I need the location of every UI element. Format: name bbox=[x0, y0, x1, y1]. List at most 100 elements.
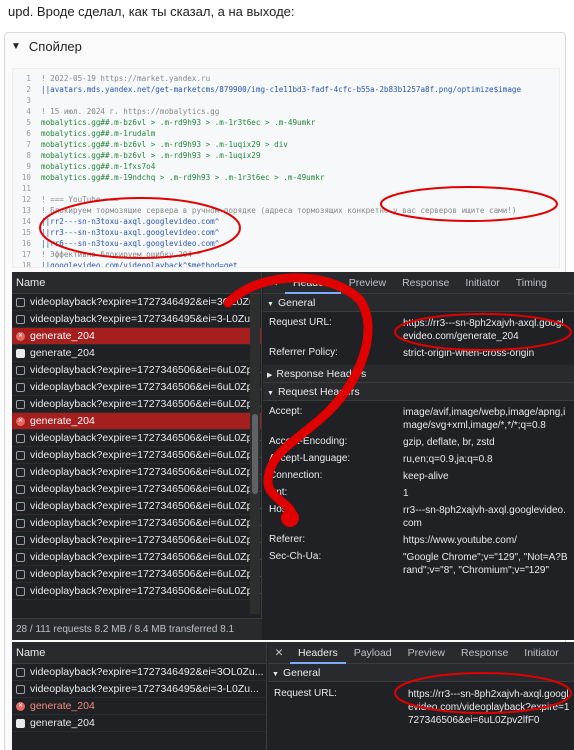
request-name: videoplayback?expire=1727346506&ei=6uL0Z… bbox=[30, 397, 261, 410]
request-row[interactable]: ✕ generate_204 bbox=[12, 698, 266, 715]
header-key: Accept-Language: bbox=[269, 453, 351, 464]
header-row: Referer: https://www.youtube.com/ bbox=[263, 532, 574, 549]
header-key: Connection: bbox=[269, 470, 323, 481]
triangle-right-icon: ▶ bbox=[267, 372, 273, 379]
request-name: videoplayback?expire=1727346506&ei=6uL0Z… bbox=[30, 431, 261, 444]
line-text: ||rr2---sn-n3toxu-axql.googlevideo.com^ bbox=[41, 217, 220, 226]
media-icon bbox=[16, 484, 25, 494]
response-headers-section[interactable]: ▶ Response Headers bbox=[263, 365, 574, 383]
request-row[interactable]: videoplayback?expire=1727346506&ei=6uL0Z… bbox=[12, 481, 261, 498]
request-row[interactable]: videoplayback?expire=1727346492&ei=3OL0Z… bbox=[12, 664, 266, 681]
line-number: 2 bbox=[26, 85, 31, 94]
code-line: 15 ||rr3---sn-n3toxu-axql.googlevideo.com… bbox=[13, 227, 559, 238]
request-headers-section[interactable]: ▼ Request Headers bbox=[263, 383, 574, 401]
request-row[interactable]: videoplayback?expire=1727346506&ei=6uL0Z… bbox=[12, 447, 261, 464]
code-line: 5 mobalytics.gg##.m-bz6vl > .m-rd9h93 > .… bbox=[13, 117, 559, 128]
close-icon[interactable]: ✕ bbox=[263, 277, 285, 289]
request-name: videoplayback?expire=1727346506&ei=6uL0Z… bbox=[30, 516, 261, 529]
media-icon bbox=[16, 433, 25, 443]
tab-headers[interactable]: Headers bbox=[290, 642, 346, 664]
code-line: 10 mobalytics.gg##.m-19ndchq > .m-rd9h93 … bbox=[13, 172, 559, 183]
header-value: strict-origin-when-cross-origin bbox=[403, 348, 535, 359]
request-list-scrollbar[interactable] bbox=[250, 294, 260, 614]
header-row: Accept: image/avif,image/webp,image/apng,… bbox=[263, 404, 574, 434]
header-key: Host: bbox=[269, 504, 293, 515]
tab-headers[interactable]: Headers bbox=[285, 272, 341, 294]
header-value: 1 bbox=[403, 488, 409, 499]
request-row[interactable]: ✕ generate_204 bbox=[12, 413, 261, 430]
spoiler-toggle[interactable]: ▼ Спойлер bbox=[5, 33, 565, 59]
name-column-header[interactable]: Name bbox=[12, 642, 266, 664]
document-icon bbox=[16, 718, 25, 728]
general-section[interactable]: ▼ General bbox=[263, 294, 574, 312]
request-row[interactable]: videoplayback?expire=1727346506&ei=6uL0Z… bbox=[12, 583, 261, 600]
code-line: 7 mobalytics.gg##.m-bz6vl > .m-rd9h93 > .… bbox=[13, 139, 559, 150]
media-icon bbox=[16, 684, 25, 694]
request-url-key: Request URL: bbox=[274, 688, 337, 699]
document-icon bbox=[16, 348, 25, 358]
general-section[interactable]: ▼ General bbox=[268, 664, 574, 682]
request-row[interactable]: videoplayback?expire=1727346495&ei=3-L0Z… bbox=[12, 311, 261, 328]
line-text: ! === YouTube === bbox=[41, 195, 119, 204]
line-text: mobalytics.gg##.m-bz6vl > .m-rd9h93 > .m… bbox=[41, 151, 261, 160]
request-row[interactable]: ✕ generate_204 bbox=[12, 328, 261, 345]
close-icon[interactable]: ✕ bbox=[268, 647, 290, 659]
header-value: keep-alive bbox=[403, 471, 449, 482]
spoiler-title: Спойлер bbox=[28, 38, 82, 54]
request-name: videoplayback?expire=1727346506&ei=6uL0Z… bbox=[30, 482, 261, 495]
line-number: 5 bbox=[26, 118, 31, 127]
devtools-network-panel: Name videoplayback?expire=1727346492&ei=… bbox=[12, 272, 574, 640]
code-line: 14 ||rr2---sn-n3toxu-axql.googlevideo.com… bbox=[13, 216, 559, 227]
code-line: 3 bbox=[13, 95, 559, 106]
request-row[interactable]: videoplayback?expire=1727346506&ei=6uL0Z… bbox=[12, 549, 261, 566]
request-row[interactable]: videoplayback?expire=1727346506&ei=6uL0Z… bbox=[12, 498, 261, 515]
line-text: mobalytics.gg##.m-1rudalm bbox=[41, 129, 156, 138]
tab-preview[interactable]: Preview bbox=[341, 272, 394, 294]
tab-response[interactable]: Response bbox=[453, 642, 516, 664]
tab-initiator[interactable]: Initiator bbox=[457, 272, 507, 294]
header-row: Host: rr3---sn-8ph2xajvh-axql.googlevideo… bbox=[263, 502, 574, 532]
code-line: 6 mobalytics.gg##.m-1rudalm bbox=[13, 128, 559, 139]
post-intro-text: upd. Вроде сделал, как ты сказал, а на в… bbox=[8, 4, 295, 19]
tab-preview[interactable]: Preview bbox=[400, 642, 453, 664]
header-key: Sec-Ch-Ua: bbox=[269, 551, 322, 562]
request-row[interactable]: generate_204 bbox=[12, 345, 261, 362]
media-icon bbox=[16, 382, 25, 392]
request-row[interactable]: videoplayback?expire=1727346506&ei=6uL0Z… bbox=[12, 362, 261, 379]
code-line: 16 ||rr6---sn-n3toxu-axql.googlevideo.com… bbox=[13, 238, 559, 249]
media-icon bbox=[16, 501, 25, 511]
request-row[interactable]: videoplayback?expire=1727346506&ei=6uL0Z… bbox=[12, 379, 261, 396]
request-row[interactable]: videoplayback?expire=1727346506&ei=6uL0Z… bbox=[12, 396, 261, 413]
line-text: ! Эффективно блокируем ошибку 204 * bbox=[41, 250, 202, 259]
request-row[interactable]: videoplayback?expire=1727346506&ei=6uL0Z… bbox=[12, 464, 261, 481]
tab-initiator[interactable]: Initiator bbox=[516, 642, 566, 664]
name-column-header[interactable]: Name bbox=[12, 272, 261, 294]
line-text: ! Блокируем тормозящие сервера в ручном … bbox=[41, 206, 517, 215]
line-number: 1 bbox=[26, 74, 31, 83]
request-name: videoplayback?expire=1727346495&ei=3-L0Z… bbox=[30, 682, 259, 695]
tab-response[interactable]: Response bbox=[394, 272, 457, 294]
header-row: Request URL: https://rr3---sn-8ph2xajvh-a… bbox=[263, 315, 574, 345]
media-icon bbox=[16, 297, 25, 307]
request-row[interactable]: videoplayback?expire=1727346506&ei=6uL0Z… bbox=[12, 532, 261, 549]
header-value: "Google Chrome";v="129", "Not=A?Brand";v… bbox=[403, 552, 568, 576]
request-row[interactable]: videoplayback?expire=1727346492&ei=3OL0Z… bbox=[12, 294, 261, 311]
request-row[interactable]: videoplayback?expire=1727346506&ei=6uL0Z… bbox=[12, 515, 261, 532]
request-row[interactable]: videoplayback?expire=1727346506&ei=6uL0Z… bbox=[12, 566, 261, 583]
request-row[interactable]: generate_204 bbox=[12, 715, 266, 732]
media-icon bbox=[16, 518, 25, 528]
request-name: videoplayback?expire=1727346506&ei=6uL0Z… bbox=[30, 448, 261, 461]
header-key: Request URL: bbox=[269, 317, 332, 328]
header-key: Dnt: bbox=[269, 487, 288, 498]
tab-timing[interactable]: Timing bbox=[508, 272, 555, 294]
header-key: Accept-Encoding: bbox=[269, 436, 348, 447]
line-number: 16 bbox=[21, 239, 31, 248]
network-status-bar: 28 / 111 requests 8.2 MB / 8.4 MB transf… bbox=[12, 618, 262, 640]
media-icon bbox=[16, 586, 25, 596]
header-key: Referrer Policy: bbox=[269, 347, 338, 358]
request-row[interactable]: videoplayback?expire=1727346495&ei=3-L0Z… bbox=[12, 681, 266, 698]
request-name: videoplayback?expire=1727346492&ei=3OL0Z… bbox=[30, 295, 255, 308]
request-row[interactable]: videoplayback?expire=1727346506&ei=6uL0Z… bbox=[12, 430, 261, 447]
tab-payload[interactable]: Payload bbox=[346, 642, 400, 664]
header-value: https://rr3---sn-8ph2xajvh-axql.googlevi… bbox=[403, 318, 564, 342]
